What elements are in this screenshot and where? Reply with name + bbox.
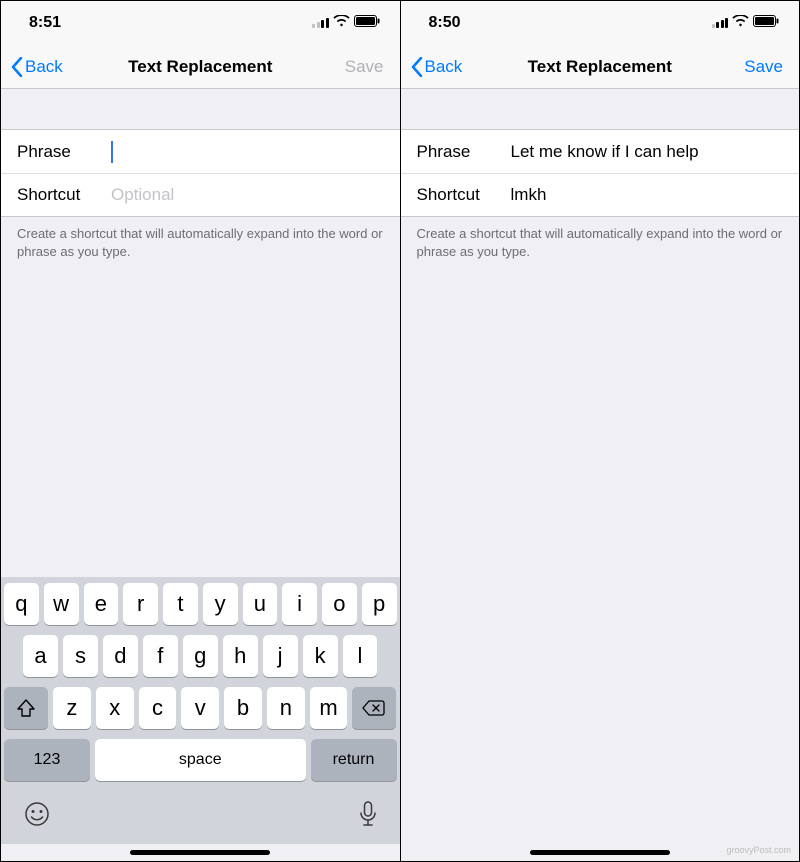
- backspace-icon: [362, 699, 386, 717]
- key-v[interactable]: v: [181, 687, 219, 729]
- section-spacer: [1, 89, 400, 129]
- wifi-icon: [732, 14, 749, 32]
- phrase-row[interactable]: Phrase: [1, 129, 400, 173]
- key-p[interactable]: p: [362, 583, 397, 625]
- save-button[interactable]: Save: [744, 57, 789, 77]
- back-button[interactable]: Back: [411, 57, 463, 77]
- phrase-label: Phrase: [417, 142, 511, 162]
- key-w[interactable]: w: [44, 583, 79, 625]
- key-l[interactable]: l: [343, 635, 378, 677]
- key-r[interactable]: r: [123, 583, 158, 625]
- nav-bar: Back Text Replacement Save: [401, 45, 800, 89]
- key-t[interactable]: t: [163, 583, 198, 625]
- chevron-left-icon: [411, 57, 423, 77]
- key-n[interactable]: n: [267, 687, 305, 729]
- key-o[interactable]: o: [322, 583, 357, 625]
- signal-icon: [712, 18, 729, 28]
- key-s[interactable]: s: [63, 635, 98, 677]
- back-label: Back: [25, 57, 63, 77]
- shortcut-row[interactable]: Shortcut: [1, 173, 400, 217]
- key-return[interactable]: return: [311, 739, 397, 781]
- key-b[interactable]: b: [224, 687, 262, 729]
- key-shift[interactable]: [4, 687, 48, 729]
- hint-text: Create a shortcut that will automaticall…: [1, 217, 400, 260]
- emoji-icon[interactable]: [24, 801, 50, 834]
- phrase-input[interactable]: [511, 142, 784, 162]
- wifi-icon: [333, 14, 350, 32]
- key-z[interactable]: z: [53, 687, 91, 729]
- key-space[interactable]: space: [95, 739, 306, 781]
- shortcut-input[interactable]: [511, 185, 784, 205]
- key-e[interactable]: e: [84, 583, 119, 625]
- key-123[interactable]: 123: [4, 739, 90, 781]
- chevron-left-icon: [11, 57, 23, 77]
- watermark: groovyPost.com: [726, 845, 791, 855]
- status-bar: 8:50: [401, 1, 800, 45]
- key-d[interactable]: d: [103, 635, 138, 677]
- content-fill: [401, 260, 800, 844]
- back-button[interactable]: Back: [11, 57, 63, 77]
- shift-icon: [16, 699, 36, 717]
- status-right: [712, 14, 780, 32]
- key-m[interactable]: m: [310, 687, 348, 729]
- back-label: Back: [425, 57, 463, 77]
- status-time: 8:50: [429, 14, 461, 32]
- battery-icon: [354, 14, 380, 32]
- status-right: [312, 14, 380, 32]
- status-time: 8:51: [29, 14, 61, 32]
- key-k[interactable]: k: [303, 635, 338, 677]
- key-u[interactable]: u: [243, 583, 278, 625]
- text-cursor: [111, 141, 113, 163]
- key-h[interactable]: h: [223, 635, 258, 677]
- status-bar: 8:51: [1, 1, 400, 45]
- phrase-label: Phrase: [17, 142, 111, 162]
- nav-bar: Back Text Replacement Save: [1, 45, 400, 89]
- key-y[interactable]: y: [203, 583, 238, 625]
- section-spacer: [401, 89, 800, 129]
- shortcut-label: Shortcut: [417, 185, 511, 205]
- keyboard-row-3: z x c v b n m: [4, 687, 397, 729]
- key-c[interactable]: c: [139, 687, 177, 729]
- key-q[interactable]: q: [4, 583, 39, 625]
- keyboard-row-1: q w e r t y u i o p: [4, 583, 397, 625]
- home-indicator[interactable]: [130, 850, 270, 855]
- key-a[interactable]: a: [23, 635, 58, 677]
- phrase-row[interactable]: Phrase: [401, 129, 800, 173]
- keyboard-row-4: 123 space return: [4, 739, 397, 781]
- key-f[interactable]: f: [143, 635, 178, 677]
- phone-left: 8:51 Back Text Replacement Save: [1, 1, 401, 861]
- shortcut-input[interactable]: [111, 185, 384, 205]
- shortcut-row[interactable]: Shortcut: [401, 173, 800, 217]
- keyboard: q w e r t y u i o p a s d f g h j k l: [1, 577, 400, 844]
- key-j[interactable]: j: [263, 635, 298, 677]
- save-button[interactable]: Save: [345, 57, 390, 77]
- content-fill: [1, 260, 400, 577]
- hint-text: Create a shortcut that will automaticall…: [401, 217, 800, 260]
- phrase-input[interactable]: [115, 142, 384, 162]
- phone-right: 8:50 Back Text Replacement Save: [401, 1, 800, 861]
- key-x[interactable]: x: [96, 687, 134, 729]
- keyboard-bottom: [4, 791, 397, 840]
- shortcut-label: Shortcut: [17, 185, 111, 205]
- keyboard-row-2: a s d f g h j k l: [4, 635, 397, 677]
- home-indicator[interactable]: [530, 850, 670, 855]
- signal-icon: [312, 18, 329, 28]
- phrase-input-wrap[interactable]: [111, 141, 384, 163]
- key-g[interactable]: g: [183, 635, 218, 677]
- mic-icon[interactable]: [359, 801, 377, 834]
- key-backspace[interactable]: [352, 687, 396, 729]
- battery-icon: [753, 14, 779, 32]
- key-i[interactable]: i: [282, 583, 317, 625]
